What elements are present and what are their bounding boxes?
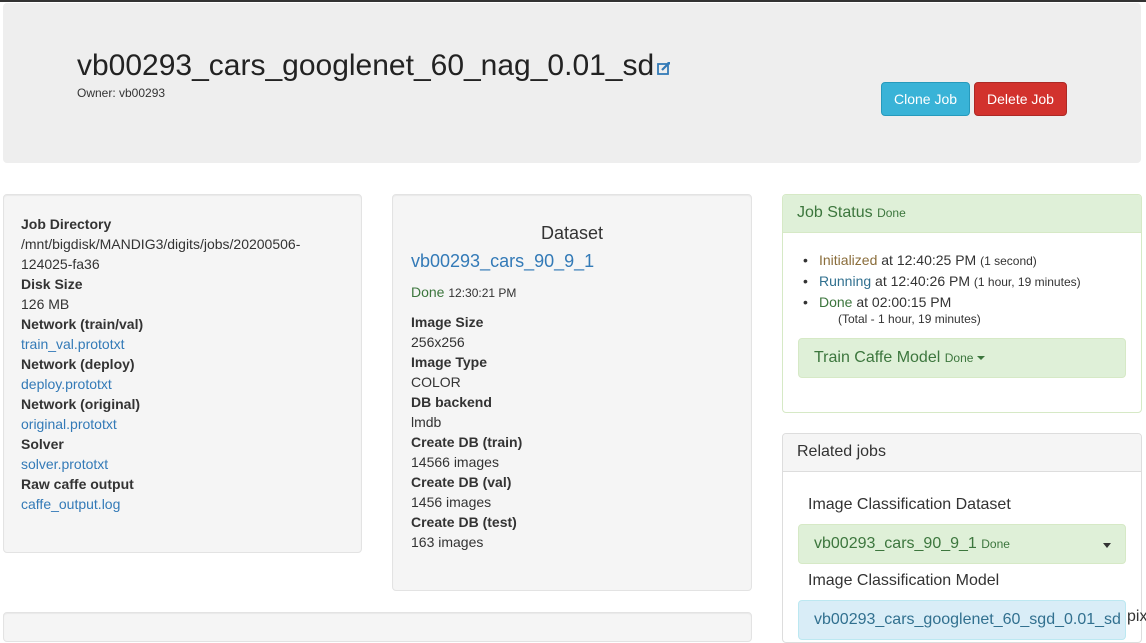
job-header: vb00293_cars_googlenet_60_nag_0.01_sd Ow…	[3, 3, 1141, 163]
owner-label: Owner: vb00293	[77, 86, 166, 100]
status-name: Running	[819, 273, 872, 289]
task-state: Done	[944, 351, 974, 365]
job-status-title: Job Status	[797, 204, 873, 221]
train-val-link[interactable]: train_val.prototxt	[21, 336, 125, 352]
status-time: at 12:40:25 PM	[881, 252, 977, 268]
disk-size-label: Disk Size	[21, 276, 83, 292]
related-dataset-dropdown[interactable]: vb00293_cars_90_9_1 Done	[798, 524, 1126, 564]
status-item-initialized: Initialized at 12:40:25 PM (1 second)	[803, 250, 1081, 271]
db-train-value: 14566 images	[411, 454, 499, 470]
caret-down-icon	[1103, 543, 1111, 548]
train-caffe-model-dropdown[interactable]: Train Caffe Model Done	[798, 338, 1126, 378]
solver-link[interactable]: solver.prototxt	[21, 456, 108, 472]
status-list: Initialized at 12:40:25 PM (1 second) Ru…	[803, 250, 1081, 312]
related-model-name: vb00293_cars_googlenet_60_sgd_0.01_sd	[814, 611, 1121, 628]
caret-down-icon	[977, 355, 986, 360]
image-size-label: Image Size	[411, 314, 484, 330]
job-dir-value-1: /mnt/bigdisk/MANDIG3/digits/jobs/2020050…	[21, 236, 301, 252]
dataset-status-time: 12:30:21 PM	[448, 286, 517, 300]
job-status-header: Job Status Done	[783, 195, 1141, 233]
db-val-label: Create DB (val)	[411, 474, 512, 490]
status-duration: (1 hour, 19 minutes)	[973, 275, 1081, 289]
task-label: Train Caffe Model	[814, 349, 941, 366]
raw-output-label: Raw caffe output	[21, 476, 134, 492]
status-name: Initialized	[819, 252, 878, 268]
status-duration: (1 second)	[980, 254, 1037, 268]
network-deploy-label: Network (deploy)	[21, 356, 135, 372]
clone-job-button[interactable]: Clone Job	[881, 82, 970, 116]
network-trainval-label: Network (train/val)	[21, 316, 144, 332]
page-title: vb00293_cars_googlenet_60_nag_0.01_sd	[77, 47, 671, 85]
job-title-text: vb00293_cars_googlenet_60_nag_0.01_sd	[77, 49, 655, 82]
image-type-value: COLOR	[411, 374, 461, 390]
disk-size-value: 126 MB	[21, 296, 70, 312]
db-val-value: 1456 images	[411, 494, 492, 510]
job-info-list: Job Directory /mnt/bigdisk/MANDIG3/digit…	[21, 214, 300, 514]
dataset-link[interactable]: vb00293_cars_90_9_1	[411, 251, 594, 272]
related-dataset-name: vb00293_cars_90_9_1	[814, 535, 977, 552]
edit-icon[interactable]	[657, 47, 671, 85]
job-status-panel: Job Status Done Initialized at 12:40:25 …	[782, 194, 1142, 413]
related-model-heading: Image Classification Model	[808, 572, 1000, 589]
overflow-text: pix	[1127, 608, 1146, 625]
status-name: Done	[819, 294, 853, 310]
related-model-dropdown[interactable]: vb00293_cars_googlenet_60_sgd_0.01_sd	[798, 600, 1126, 640]
solver-label: Solver	[21, 436, 64, 452]
db-test-label: Create DB (test)	[411, 514, 517, 530]
caffe-output-link[interactable]: caffe_output.log	[21, 496, 120, 512]
top-border	[0, 0, 1146, 2]
job-status-state: Done	[877, 206, 906, 220]
image-type-label: Image Type	[411, 354, 487, 370]
db-train-label: Create DB (train)	[411, 434, 523, 450]
dataset-info-list: Image Size 256x256 Image Type COLOR DB b…	[411, 312, 522, 552]
status-time: at 12:40:26 PM	[875, 273, 970, 289]
related-dataset-heading: Image Classification Dataset	[808, 496, 1011, 513]
job-dir-label: Job Directory	[21, 216, 112, 232]
related-jobs-header: Related jobs	[783, 434, 1141, 472]
bottom-panel	[3, 612, 752, 642]
total-duration: (Total - 1 hour, 19 minutes)	[838, 312, 981, 326]
related-jobs-panel: Related jobs Image Classification Datase…	[782, 433, 1142, 643]
related-dataset-state: Done	[981, 537, 1010, 551]
dataset-heading: Dataset	[540, 223, 604, 243]
dataset-status-text: Done	[411, 284, 445, 300]
image-size-value: 256x256	[411, 334, 465, 350]
deploy-link[interactable]: deploy.prototxt	[21, 376, 112, 392]
delete-job-button[interactable]: Delete Job	[974, 82, 1067, 116]
job-dir-value-2: 124025-fa36	[21, 256, 100, 272]
status-item-running: Running at 12:40:26 PM (1 hour, 19 minut…	[803, 271, 1081, 292]
dataset-status: Done 12:30:21 PM	[411, 284, 516, 300]
original-link[interactable]: original.prototxt	[21, 416, 117, 432]
network-original-label: Network (original)	[21, 396, 141, 412]
db-backend-label: DB backend	[411, 394, 492, 410]
db-backend-value: lmdb	[411, 414, 442, 430]
db-test-value: 163 images	[411, 534, 484, 550]
status-item-done: Done at 02:00:15 PM	[803, 292, 1081, 312]
status-time: at 02:00:15 PM	[856, 294, 952, 310]
